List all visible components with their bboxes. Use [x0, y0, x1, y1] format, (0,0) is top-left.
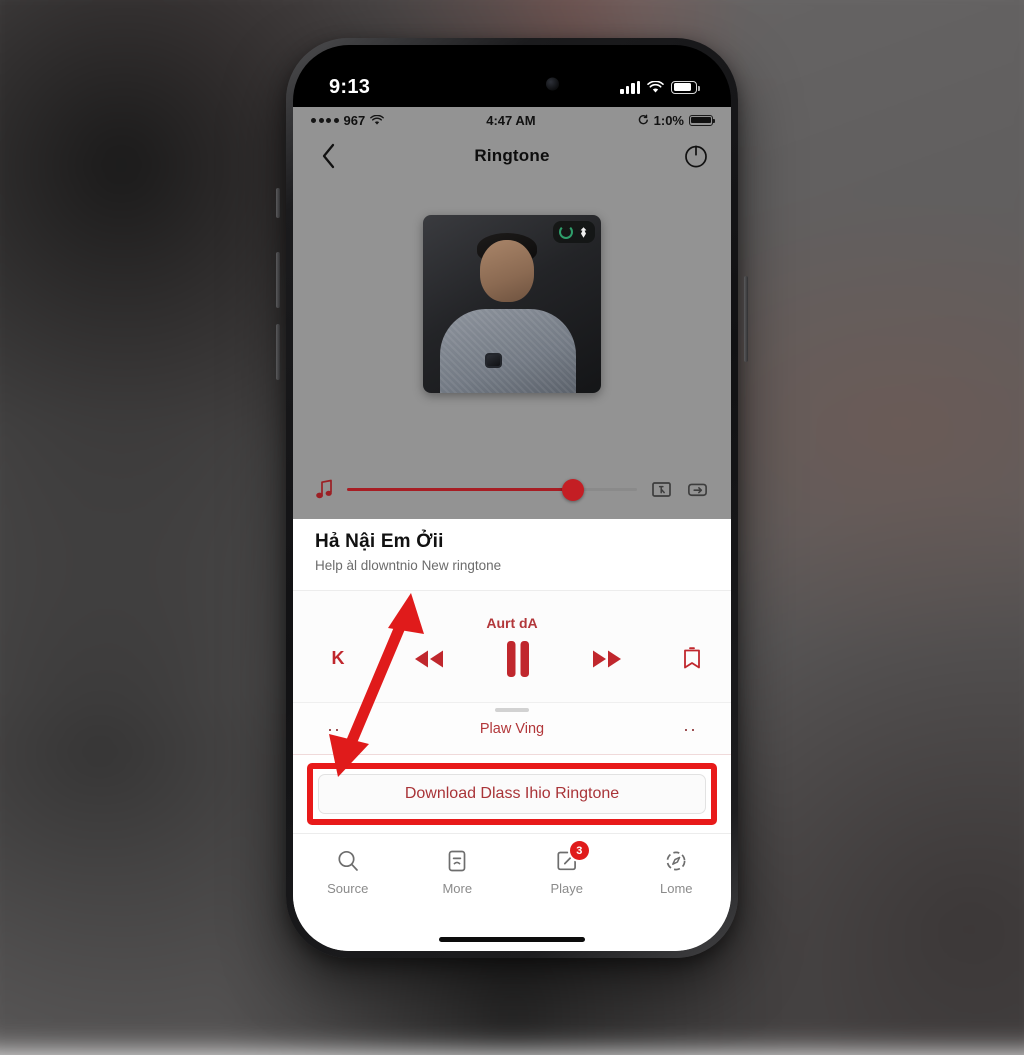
- download-highlight-box: Download Dlass Ihio Ringtone: [307, 763, 717, 825]
- search-icon: [335, 848, 361, 874]
- progress-slider-knob[interactable]: [562, 478, 585, 501]
- wifi-icon: [647, 80, 664, 93]
- music-note-icon: [316, 479, 332, 499]
- track-info: Hả Nậi Em Ởii Help àl dlowntnio New ring…: [293, 519, 731, 591]
- cut-marker-button[interactable]: [650, 478, 673, 501]
- bookmark-icon: [684, 646, 700, 668]
- track-title: Hả Nậi Em Ởii: [315, 531, 444, 552]
- progress-slider[interactable]: [347, 478, 637, 501]
- battery-icon: [689, 114, 715, 126]
- tab-label: Source: [327, 881, 369, 896]
- cut-marker-icon: [652, 482, 671, 497]
- track-subtitle: Help àl dlowntnio New ringtone: [315, 558, 502, 573]
- power-icon: [685, 145, 707, 168]
- volume-down-button[interactable]: [276, 324, 280, 380]
- artwork-wristwatch: [485, 353, 503, 369]
- silent-switch[interactable]: [276, 188, 280, 218]
- app-navigation-bar: Ringtone: [293, 133, 731, 179]
- document-icon: [444, 848, 470, 874]
- ringtone-app: 967 4:47 AM 1:0% Ringtone Hả Nậi Em Ởii …: [293, 107, 731, 951]
- tab-more[interactable]: More: [417, 848, 497, 896]
- rotation-lock-icon: [638, 114, 648, 124]
- loop-icon: [688, 483, 707, 497]
- carrier-dots-icon: [311, 117, 339, 123]
- battery-percent: 1:0%: [653, 112, 684, 128]
- artwork-person-head: [479, 239, 534, 302]
- battery-icon: [671, 80, 700, 94]
- tab-source[interactable]: Source: [308, 848, 388, 896]
- share-icon: 3: [554, 841, 589, 874]
- carrier-name: 967: [343, 112, 366, 128]
- recording-ring-icon: [559, 225, 573, 239]
- app-status-time: 4:47 AM: [486, 112, 536, 128]
- chevron-left-icon: [322, 143, 334, 169]
- volume-up-button[interactable]: [276, 252, 280, 308]
- progress-slider-fill: [347, 488, 574, 491]
- wifi-icon: [370, 114, 385, 125]
- tab-label: More: [442, 881, 473, 896]
- power-button[interactable]: [681, 141, 711, 171]
- back-button[interactable]: [313, 141, 343, 171]
- bottom-tab-bar: Source More 3 Playe Lome: [293, 833, 731, 951]
- pause-icon: [507, 640, 529, 677]
- now-playing-label: Plaw Ving: [479, 720, 545, 737]
- fast-forward-icon: [593, 650, 621, 667]
- download-ringtone-button[interactable]: Download Dlass Ihio Ringtone: [318, 774, 706, 814]
- loop-button[interactable]: [686, 478, 709, 501]
- bookmark-button[interactable]: [681, 646, 703, 672]
- trim-slider-row: [293, 478, 731, 519]
- playback-controls: Aurt dA K: [293, 591, 731, 703]
- controls-label: Aurt dA: [486, 614, 538, 631]
- phone-screen: 9:13 967 4:47 AM 1:0% Ringtone Hả Nậi Em…: [293, 45, 731, 951]
- tab-lome[interactable]: Lome: [636, 848, 716, 896]
- tab-label: Lome: [659, 881, 693, 896]
- download-section: Download Dlass Ihio Ringtone: [293, 755, 731, 833]
- bird-icon: [580, 226, 587, 238]
- artwork-badge[interactable]: [553, 221, 595, 243]
- player-hero: [293, 179, 731, 519]
- rewind-button[interactable]: [409, 647, 449, 671]
- side-power-button[interactable]: [744, 276, 748, 362]
- home-indicator[interactable]: [439, 937, 585, 942]
- tab-playe[interactable]: 3 Playe: [527, 841, 607, 896]
- rewind-icon: [415, 650, 443, 667]
- artwork-person-body: [440, 309, 577, 393]
- front-camera-icon: [546, 77, 559, 91]
- cellular-bars-icon: [620, 80, 640, 94]
- status-clock: 9:13: [329, 75, 371, 98]
- skip-previous-button[interactable]: K: [321, 648, 355, 669]
- now-playing-strip[interactable]: ·· Plaw Ving ··: [293, 703, 731, 755]
- dynamic-island: [451, 67, 573, 101]
- phone-device-frame: 9:13 967 4:47 AM 1:0% Ringtone Hả Nậi Em…: [276, 38, 748, 958]
- drag-handle[interactable]: [495, 708, 529, 712]
- tab-label: Playe: [550, 881, 584, 896]
- tab-badge: 3: [569, 841, 589, 860]
- fast-forward-button[interactable]: [587, 647, 627, 671]
- page-title: Ringtone: [474, 146, 550, 165]
- compass-icon: [663, 848, 689, 874]
- album-artwork[interactable]: [423, 215, 601, 393]
- pause-button[interactable]: [503, 639, 533, 679]
